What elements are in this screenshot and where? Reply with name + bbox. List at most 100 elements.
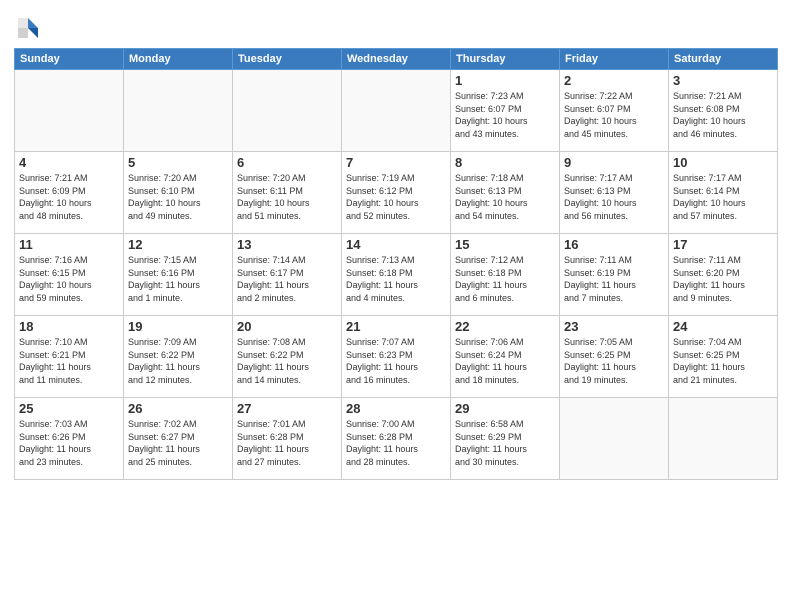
day-info: Sunrise: 7:04 AM Sunset: 6:25 PM Dayligh…: [673, 336, 773, 386]
day-number: 7: [346, 155, 446, 170]
calendar-cell: 8 Sunrise: 7:18 AM Sunset: 6:13 PM Daylig…: [451, 152, 560, 234]
day-number: 18: [19, 319, 119, 334]
calendar-cell: 26 Sunrise: 7:02 AM Sunset: 6:27 PM Dayli…: [124, 398, 233, 480]
day-info: Sunrise: 7:23 AM Sunset: 6:07 PM Dayligh…: [455, 90, 555, 140]
calendar-cell: 13Sunrise: 7:14 AM Sunset: 6:17 PM Dayli…: [233, 234, 342, 316]
weekday-header-sunday: Sunday: [15, 49, 124, 70]
day-number: 11: [19, 237, 119, 252]
day-number: 12: [128, 237, 228, 252]
day-number: 21: [346, 319, 446, 334]
day-number: 15: [455, 237, 555, 252]
calendar-cell: 10 Sunrise: 7:17 AM Sunset: 6:14 PM Dayli…: [669, 152, 778, 234]
day-info: Sunrise: 7:21 AM Sunset: 6:08 PM Dayligh…: [673, 90, 773, 140]
day-info: Sunrise: 7:09 AM Sunset: 6:22 PM Dayligh…: [128, 336, 228, 386]
calendar-cell: [342, 70, 451, 152]
logo-icon: [14, 14, 42, 42]
day-info: Sunrise: 7:17 AM Sunset: 6:14 PM Dayligh…: [673, 172, 773, 222]
day-number: 13: [237, 237, 337, 252]
calendar-cell: 2 Sunrise: 7:22 AM Sunset: 6:07 PM Daylig…: [560, 70, 669, 152]
day-number: 27: [237, 401, 337, 416]
weekday-header-row: SundayMondayTuesdayWednesdayThursdayFrid…: [15, 49, 778, 70]
day-info: Sunrise: 7:13 AM Sunset: 6:18 PM Dayligh…: [346, 254, 446, 304]
weekday-header-monday: Monday: [124, 49, 233, 70]
day-number: 29: [455, 401, 555, 416]
day-number: 19: [128, 319, 228, 334]
day-info: Sunrise: 7:06 AM Sunset: 6:24 PM Dayligh…: [455, 336, 555, 386]
day-number: 9: [564, 155, 664, 170]
day-info: Sunrise: 7:22 AM Sunset: 6:07 PM Dayligh…: [564, 90, 664, 140]
day-number: 28: [346, 401, 446, 416]
day-info: Sunrise: 7:07 AM Sunset: 6:23 PM Dayligh…: [346, 336, 446, 386]
day-info: Sunrise: 7:02 AM Sunset: 6:27 PM Dayligh…: [128, 418, 228, 468]
calendar-cell: 20 Sunrise: 7:08 AM Sunset: 6:22 PM Dayli…: [233, 316, 342, 398]
day-number: 17: [673, 237, 773, 252]
calendar-cell: 5Sunrise: 7:20 AM Sunset: 6:10 PM Daylig…: [124, 152, 233, 234]
day-info: Sunrise: 7:03 AM Sunset: 6:26 PM Dayligh…: [19, 418, 119, 468]
day-info: Sunrise: 7:12 AM Sunset: 6:18 PM Dayligh…: [455, 254, 555, 304]
day-info: Sunrise: 7:21 AM Sunset: 6:09 PM Dayligh…: [19, 172, 119, 222]
day-number: 26: [128, 401, 228, 416]
weekday-header-tuesday: Tuesday: [233, 49, 342, 70]
calendar-cell: 7 Sunrise: 7:19 AM Sunset: 6:12 PM Daylig…: [342, 152, 451, 234]
calendar-cell: [15, 70, 124, 152]
calendar-cell: [560, 398, 669, 480]
calendar-cell: 4 Sunrise: 7:21 AM Sunset: 6:09 PM Daylig…: [15, 152, 124, 234]
weekday-header-wednesday: Wednesday: [342, 49, 451, 70]
calendar-cell: 16 Sunrise: 7:11 AM Sunset: 6:19 PM Dayli…: [560, 234, 669, 316]
day-number: 4: [19, 155, 119, 170]
day-number: 22: [455, 319, 555, 334]
calendar-cell: 9 Sunrise: 7:17 AM Sunset: 6:13 PM Daylig…: [560, 152, 669, 234]
day-info: Sunrise: 7:00 AM Sunset: 6:28 PM Dayligh…: [346, 418, 446, 468]
day-info: Sunrise: 7:01 AM Sunset: 6:28 PM Dayligh…: [237, 418, 337, 468]
day-number: 25: [19, 401, 119, 416]
logo: [14, 14, 46, 42]
day-number: 16: [564, 237, 664, 252]
day-number: 24: [673, 319, 773, 334]
day-info: Sunrise: 7:18 AM Sunset: 6:13 PM Dayligh…: [455, 172, 555, 222]
day-info: Sunrise: 7:05 AM Sunset: 6:25 PM Dayligh…: [564, 336, 664, 386]
calendar-cell: 12 Sunrise: 7:15 AM Sunset: 6:16 PM Dayli…: [124, 234, 233, 316]
calendar-cell: 21 Sunrise: 7:07 AM Sunset: 6:23 PM Dayli…: [342, 316, 451, 398]
calendar-week-row: 18 Sunrise: 7:10 AM Sunset: 6:21 PM Dayli…: [15, 316, 778, 398]
calendar-cell: [669, 398, 778, 480]
calendar-cell: 19 Sunrise: 7:09 AM Sunset: 6:22 PM Dayli…: [124, 316, 233, 398]
calendar-cell: 28 Sunrise: 7:00 AM Sunset: 6:28 PM Dayli…: [342, 398, 451, 480]
calendar-cell: 27 Sunrise: 7:01 AM Sunset: 6:28 PM Dayli…: [233, 398, 342, 480]
day-number: 8: [455, 155, 555, 170]
day-number: 2: [564, 73, 664, 88]
day-info: Sunrise: 7:20 AM Sunset: 6:10 PM Dayligh…: [128, 172, 228, 222]
weekday-header-friday: Friday: [560, 49, 669, 70]
day-info: Sunrise: 7:11 AM Sunset: 6:20 PM Dayligh…: [673, 254, 773, 304]
calendar-cell: 15 Sunrise: 7:12 AM Sunset: 6:18 PM Dayli…: [451, 234, 560, 316]
calendar-cell: 18 Sunrise: 7:10 AM Sunset: 6:21 PM Dayli…: [15, 316, 124, 398]
day-info: Sunrise: 7:08 AM Sunset: 6:22 PM Dayligh…: [237, 336, 337, 386]
weekday-header-saturday: Saturday: [669, 49, 778, 70]
day-info: Sunrise: 6:58 AM Sunset: 6:29 PM Dayligh…: [455, 418, 555, 468]
weekday-header-thursday: Thursday: [451, 49, 560, 70]
calendar-week-row: 4 Sunrise: 7:21 AM Sunset: 6:09 PM Daylig…: [15, 152, 778, 234]
day-info: Sunrise: 7:17 AM Sunset: 6:13 PM Dayligh…: [564, 172, 664, 222]
day-number: 10: [673, 155, 773, 170]
day-number: 3: [673, 73, 773, 88]
day-info: Sunrise: 7:15 AM Sunset: 6:16 PM Dayligh…: [128, 254, 228, 304]
day-info: Sunrise: 7:11 AM Sunset: 6:19 PM Dayligh…: [564, 254, 664, 304]
calendar-cell: 24 Sunrise: 7:04 AM Sunset: 6:25 PM Dayli…: [669, 316, 778, 398]
day-info: Sunrise: 7:16 AM Sunset: 6:15 PM Dayligh…: [19, 254, 119, 304]
calendar-cell: 29 Sunrise: 6:58 AM Sunset: 6:29 PM Dayli…: [451, 398, 560, 480]
calendar-cell: 1Sunrise: 7:23 AM Sunset: 6:07 PM Daylig…: [451, 70, 560, 152]
calendar-week-row: 25 Sunrise: 7:03 AM Sunset: 6:26 PM Dayli…: [15, 398, 778, 480]
day-info: Sunrise: 7:10 AM Sunset: 6:21 PM Dayligh…: [19, 336, 119, 386]
calendar-week-row: 11 Sunrise: 7:16 AM Sunset: 6:15 PM Dayli…: [15, 234, 778, 316]
calendar-cell: 11 Sunrise: 7:16 AM Sunset: 6:15 PM Dayli…: [15, 234, 124, 316]
day-info: Sunrise: 7:19 AM Sunset: 6:12 PM Dayligh…: [346, 172, 446, 222]
calendar-cell: 3 Sunrise: 7:21 AM Sunset: 6:08 PM Daylig…: [669, 70, 778, 152]
calendar-cell: 14 Sunrise: 7:13 AM Sunset: 6:18 PM Dayli…: [342, 234, 451, 316]
calendar-cell: [124, 70, 233, 152]
calendar-cell: 6Sunrise: 7:20 AM Sunset: 6:11 PM Daylig…: [233, 152, 342, 234]
day-number: 6: [237, 155, 337, 170]
day-number: 14: [346, 237, 446, 252]
day-number: 20: [237, 319, 337, 334]
calendar-week-row: 1Sunrise: 7:23 AM Sunset: 6:07 PM Daylig…: [15, 70, 778, 152]
day-number: 23: [564, 319, 664, 334]
header: [14, 10, 778, 42]
